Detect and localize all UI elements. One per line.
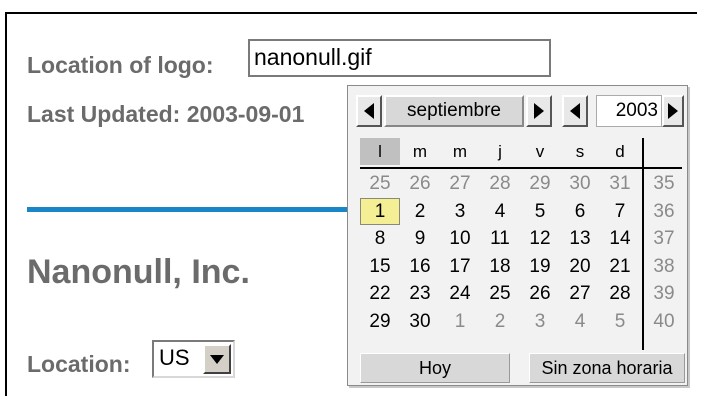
weekday-header: v	[535, 142, 545, 161]
location-label: Location:	[27, 351, 131, 377]
calendar-day[interactable]: 29	[520, 170, 560, 197]
last-updated-label: Last Updated: 2003-09-01	[27, 101, 305, 127]
section-divider	[27, 207, 357, 212]
calendar-day[interactable]: 5	[520, 198, 560, 225]
calendar-day[interactable]: 3	[440, 198, 480, 225]
calendar-day[interactable]: 10	[440, 225, 480, 252]
calendar-day[interactable]: 24	[440, 280, 480, 307]
arrow-right-icon	[534, 103, 544, 119]
calendar-day[interactable]: 17	[440, 253, 480, 280]
calendar-day[interactable]: 11	[480, 225, 520, 252]
calendar-day[interactable]: 3	[520, 308, 560, 335]
calendar-day[interactable]: 7	[600, 198, 640, 225]
calendar-day[interactable]: 12	[520, 225, 560, 252]
calendar-day[interactable]: 28	[480, 170, 520, 197]
calendar-day[interactable]: 2	[400, 198, 440, 225]
next-year-button[interactable]	[662, 95, 684, 127]
calendar-day[interactable]: 23	[400, 280, 440, 307]
year-input[interactable]: 2003	[596, 95, 662, 127]
weekday-header: m	[412, 142, 428, 161]
week-number: 38	[653, 255, 675, 277]
calendar-day[interactable]: 28	[600, 280, 640, 307]
prev-year-button[interactable]	[562, 95, 588, 127]
company-name: Nanonull, Inc.	[27, 253, 250, 291]
calendar-day[interactable]: 26	[520, 280, 560, 307]
calendar-day[interactable]: 15	[360, 253, 400, 280]
arrow-left-icon	[570, 103, 580, 119]
calendar-day[interactable]: 14	[600, 225, 640, 252]
calendar-day[interactable]: 21	[600, 253, 640, 280]
week-number: 36	[653, 200, 675, 222]
calendar-day[interactable]: 19	[520, 253, 560, 280]
next-month-button[interactable]	[526, 95, 552, 127]
header-rule	[360, 167, 682, 169]
calendar-day[interactable]: 8	[360, 225, 400, 252]
logo-label: Location of logo:	[27, 52, 214, 78]
calendar-day[interactable]: 31	[600, 170, 640, 197]
calendar-day[interactable]: 16	[400, 253, 440, 280]
week-number: 40	[653, 310, 675, 332]
calendar-day[interactable]: 13	[560, 225, 600, 252]
weekday-header: m	[452, 142, 468, 161]
weekday-header: s	[575, 142, 585, 161]
calendar-day[interactable]: 25	[480, 280, 520, 307]
month-selector[interactable]: septiembre	[384, 95, 524, 127]
calendar-day[interactable]: 4	[480, 198, 520, 225]
calendar-day[interactable]: 27	[560, 280, 600, 307]
week-column-rule	[642, 138, 644, 350]
logo-location-input[interactable]: nanonull.gif	[248, 39, 551, 77]
weekday-header: d	[615, 142, 625, 161]
week-number: 35	[653, 173, 675, 194]
week-number: 37	[653, 228, 675, 249]
calendar-day[interactable]: 20	[560, 253, 600, 280]
calendar-day[interactable]: 2	[480, 308, 520, 335]
calendar-day[interactable]: 4	[560, 308, 600, 335]
date-picker-popup: septiembre 2003 l m m j v s d 25 26 27 28 29 30 31 35 1…	[347, 85, 688, 386]
calendar-day[interactable]: 27	[440, 170, 480, 197]
chevron-down-icon[interactable]	[203, 344, 231, 374]
week-number: 39	[653, 283, 675, 304]
today-button[interactable]: Hoy	[360, 353, 510, 383]
calendar-day[interactable]: 30	[400, 308, 440, 335]
arrow-left-icon	[364, 103, 374, 119]
calendar-day[interactable]: 18	[480, 253, 520, 280]
calendar-day[interactable]: 25	[360, 170, 400, 197]
location-select[interactable]: US	[152, 340, 235, 378]
arrow-right-icon	[668, 103, 678, 119]
calendar-day[interactable]: 26	[400, 170, 440, 197]
calendar-day[interactable]: 6	[560, 198, 600, 225]
calendar-day[interactable]: 1	[360, 197, 400, 225]
weekday-header: j	[498, 142, 502, 161]
calendar-day[interactable]: 9	[400, 225, 440, 252]
prev-month-button[interactable]	[356, 95, 382, 127]
no-timezone-button[interactable]: Sin zona horaria	[529, 353, 685, 383]
calendar-day[interactable]: 30	[560, 170, 600, 197]
calendar-day[interactable]: 5	[600, 308, 640, 335]
weekday-header: l	[360, 138, 400, 165]
location-select-value: US	[159, 345, 190, 370]
calendar-day[interactable]: 1	[440, 308, 480, 335]
calendar-day[interactable]: 22	[360, 280, 400, 307]
calendar-day[interactable]: 29	[360, 308, 400, 335]
